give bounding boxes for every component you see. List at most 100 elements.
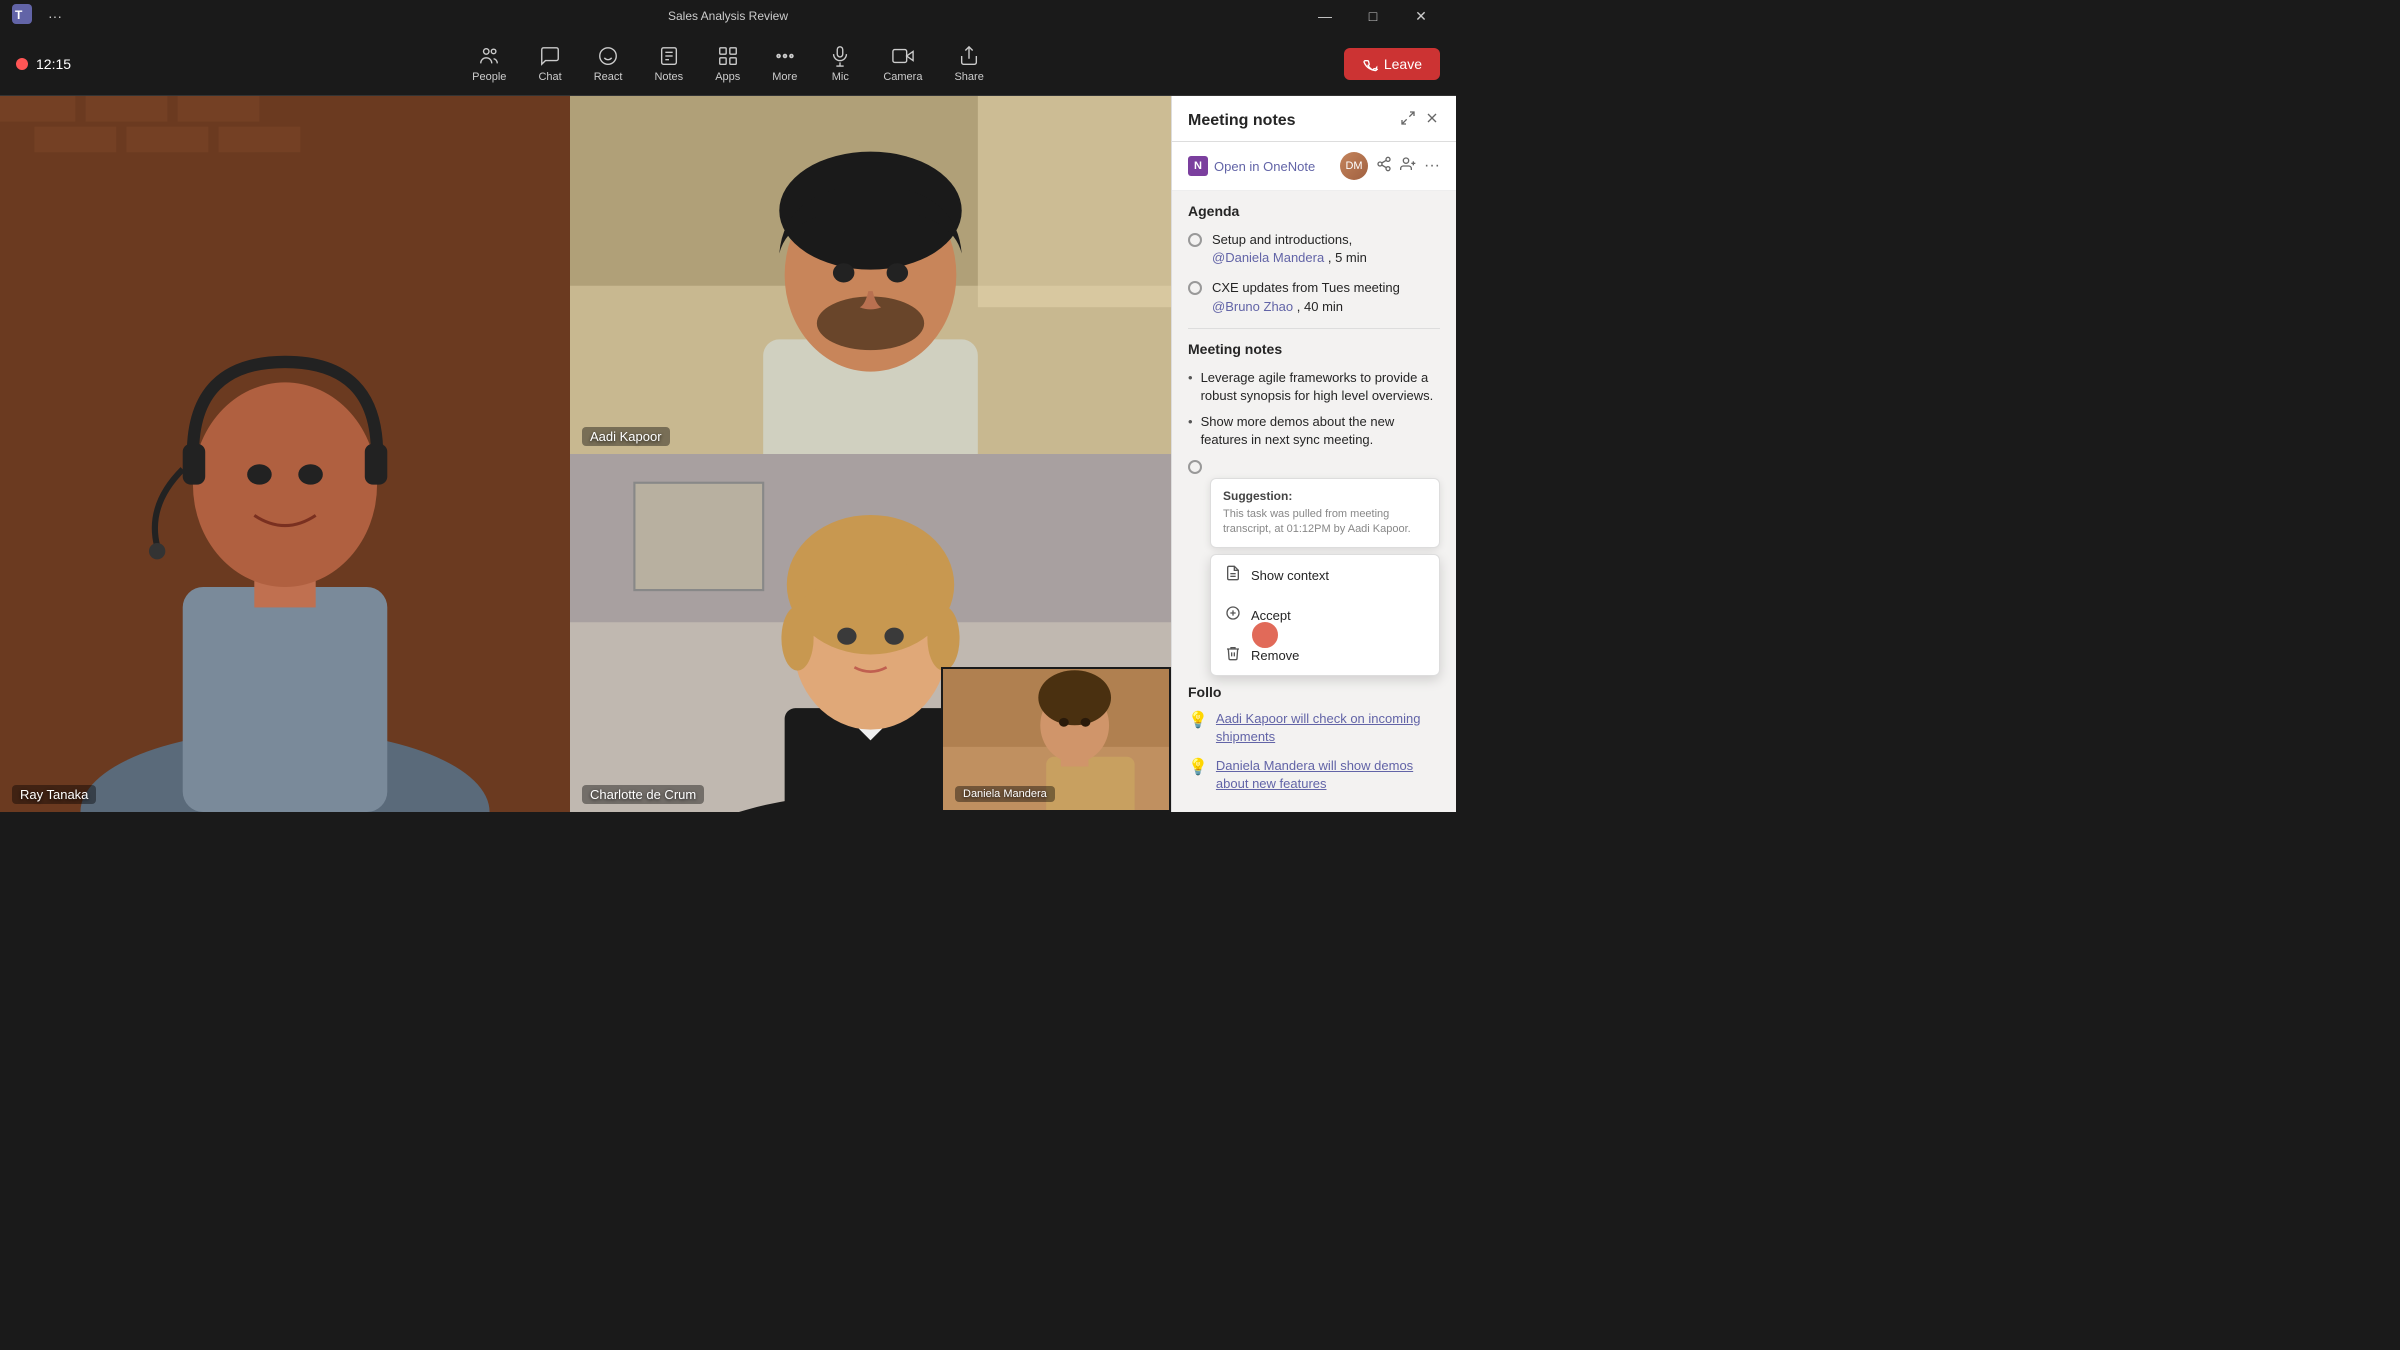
plus-icon: ＋ — [1188, 807, 1204, 812]
suggestion-circle[interactable] — [1188, 460, 1202, 474]
more-icon — [774, 45, 796, 67]
dots-menu[interactable]: ··· — [40, 4, 70, 28]
chat-button[interactable]: Chat — [524, 39, 575, 89]
agenda-text-2: CXE updates from Tues meeting @Bruno Zha… — [1212, 279, 1400, 315]
remove-item[interactable]: Remove — [1211, 635, 1439, 675]
followup-section-title: Follo — [1188, 684, 1440, 700]
notes-body: Agenda Setup and introductions, @Daniela… — [1172, 191, 1456, 812]
open-in-onenote-link[interactable]: N Open in OneNote — [1188, 156, 1315, 176]
agenda-detail-2b: 40 min — [1304, 299, 1343, 314]
recording-indicator — [16, 58, 28, 70]
section-divider-1 — [1188, 328, 1440, 329]
suggestion-card: Suggestion: This task was pulled from me… — [1210, 478, 1440, 549]
toolbar: 12:15 People Chat React Not — [0, 32, 1456, 96]
agenda-mention-1[interactable]: @Daniela Mandera — [1212, 250, 1324, 265]
suggestion-dropdown: Show context Accept — [1210, 554, 1440, 676]
accept-label: Accept — [1251, 608, 1291, 623]
suggestion-row — [1188, 458, 1440, 474]
notes-bar-right: DM ··· — [1340, 152, 1440, 180]
share-icon — [958, 45, 980, 67]
camera-button[interactable]: Camera — [869, 39, 936, 89]
lightbulb-icon-1: 💡 — [1188, 710, 1208, 730]
accept-icon — [1225, 605, 1241, 625]
suggestion-desc: This task was pulled from meeting transc… — [1223, 507, 1427, 538]
teams-logo-icon: T — [12, 4, 32, 29]
close-panel-icon[interactable] — [1424, 110, 1440, 131]
suggestion-label: Suggestion: — [1223, 489, 1427, 503]
followup-item-1: 💡 Aadi Kapoor will check on incoming shi… — [1188, 710, 1440, 746]
window-controls: — □ ✕ — [1302, 0, 1444, 32]
share-notes-icon[interactable] — [1376, 156, 1392, 177]
ray-video-cell: Ray Tanaka — [0, 96, 570, 812]
minimize-button[interactable]: — — [1302, 0, 1348, 32]
add-task-button[interactable]: ＋ Add a task — [1188, 803, 1440, 812]
people-label: People — [472, 71, 506, 83]
camera-label: Camera — [883, 71, 922, 83]
notes-header-icons — [1400, 110, 1440, 131]
agenda-detail-2: , — [1297, 299, 1304, 314]
ray-tanaka-video — [0, 96, 570, 812]
agenda-circle-2[interactable] — [1188, 281, 1202, 295]
share-button[interactable]: Share — [940, 39, 997, 89]
aadi-kapoor-video — [570, 96, 1171, 454]
svg-text:T: T — [15, 8, 23, 22]
react-button[interactable]: React — [580, 39, 637, 89]
bullet-dot-1: • — [1188, 370, 1193, 385]
apps-button[interactable]: Apps — [701, 39, 754, 89]
bullet-dot-2: • — [1188, 414, 1193, 429]
ray-name-label: Ray Tanaka — [12, 785, 96, 804]
camera-icon — [892, 45, 914, 67]
aadi-name-label: Aadi Kapoor — [582, 427, 670, 446]
agenda-detail-1b: 5 min — [1335, 250, 1367, 265]
main-content: Ray Tanaka — [0, 96, 1456, 812]
aadi-video-cell: Aadi Kapoor — [570, 96, 1171, 454]
followup-text-2[interactable]: Daniela Mandera will show demos about ne… — [1216, 757, 1440, 793]
show-context-label: Show context — [1251, 568, 1329, 583]
onenote-logo: N — [1188, 156, 1208, 176]
remove-trash-icon — [1225, 645, 1241, 665]
notes-panel-title: Meeting notes — [1188, 112, 1296, 130]
people-icon — [478, 45, 500, 67]
onenote-link-text: Open in OneNote — [1214, 159, 1315, 174]
agenda-text-1-main: Setup and introductions, — [1212, 232, 1352, 247]
charlotte-name-label: Charlotte de Crum — [582, 785, 704, 804]
lightbulb-icon-2: 💡 — [1188, 757, 1208, 777]
notes-label: Notes — [654, 71, 683, 83]
bullet-item-1: • Leverage agile frameworks to provide a… — [1188, 369, 1440, 405]
agenda-mention-2[interactable]: @Bruno Zhao — [1212, 299, 1293, 314]
phone-icon — [1362, 56, 1378, 72]
notes-button[interactable]: Notes — [640, 39, 697, 89]
charlotte-video-cell: Daniela Mandera Charlotte de Crum — [570, 454, 1171, 812]
mic-button[interactable]: Mic — [815, 39, 865, 89]
onenote-bar: N Open in OneNote DM — [1172, 142, 1456, 191]
more-notes-icon[interactable]: ··· — [1424, 157, 1440, 175]
followup-text-1[interactable]: Aadi Kapoor will check on incoming shipm… — [1216, 710, 1440, 746]
bullet-item-2: • Show more demos about the new features… — [1188, 413, 1440, 449]
maximize-button[interactable]: □ — [1350, 0, 1396, 32]
toolbar-left: 12:15 — [16, 56, 71, 72]
apps-label: Apps — [715, 71, 740, 83]
expand-icon[interactable] — [1400, 110, 1416, 131]
remove-label: Remove — [1251, 648, 1299, 663]
daniela-small-video: Daniela Mandera — [941, 667, 1171, 812]
more-button[interactable]: More — [758, 39, 811, 89]
agenda-text-2-main: CXE updates from Tues meeting — [1212, 280, 1400, 295]
share-label: Share — [954, 71, 983, 83]
chat-label: Chat — [538, 71, 561, 83]
show-context-item[interactable]: Show context — [1211, 555, 1439, 595]
followup-item-2: 💡 Daniela Mandera will show demos about … — [1188, 757, 1440, 793]
leave-button[interactable]: Leave — [1344, 48, 1440, 80]
leave-label: Leave — [1384, 56, 1422, 72]
user-avatar: DM — [1340, 152, 1368, 180]
add-people-notes-icon[interactable] — [1400, 156, 1416, 177]
react-icon — [597, 45, 619, 67]
agenda-circle-1[interactable] — [1188, 233, 1202, 247]
video-grid: Ray Tanaka — [0, 96, 1171, 812]
followup-section: Follo 💡 Aadi Kapoor will check on incomi… — [1188, 684, 1440, 812]
meeting-notes-section-title: Meeting notes — [1188, 341, 1440, 357]
title-bar: T ··· Sales Analysis Review — □ ✕ — [0, 0, 1456, 32]
people-button[interactable]: People — [458, 39, 520, 89]
close-button[interactable]: ✕ — [1398, 0, 1444, 32]
window-title: Sales Analysis Review — [668, 9, 788, 23]
accept-item[interactable]: Accept — [1211, 595, 1439, 635]
